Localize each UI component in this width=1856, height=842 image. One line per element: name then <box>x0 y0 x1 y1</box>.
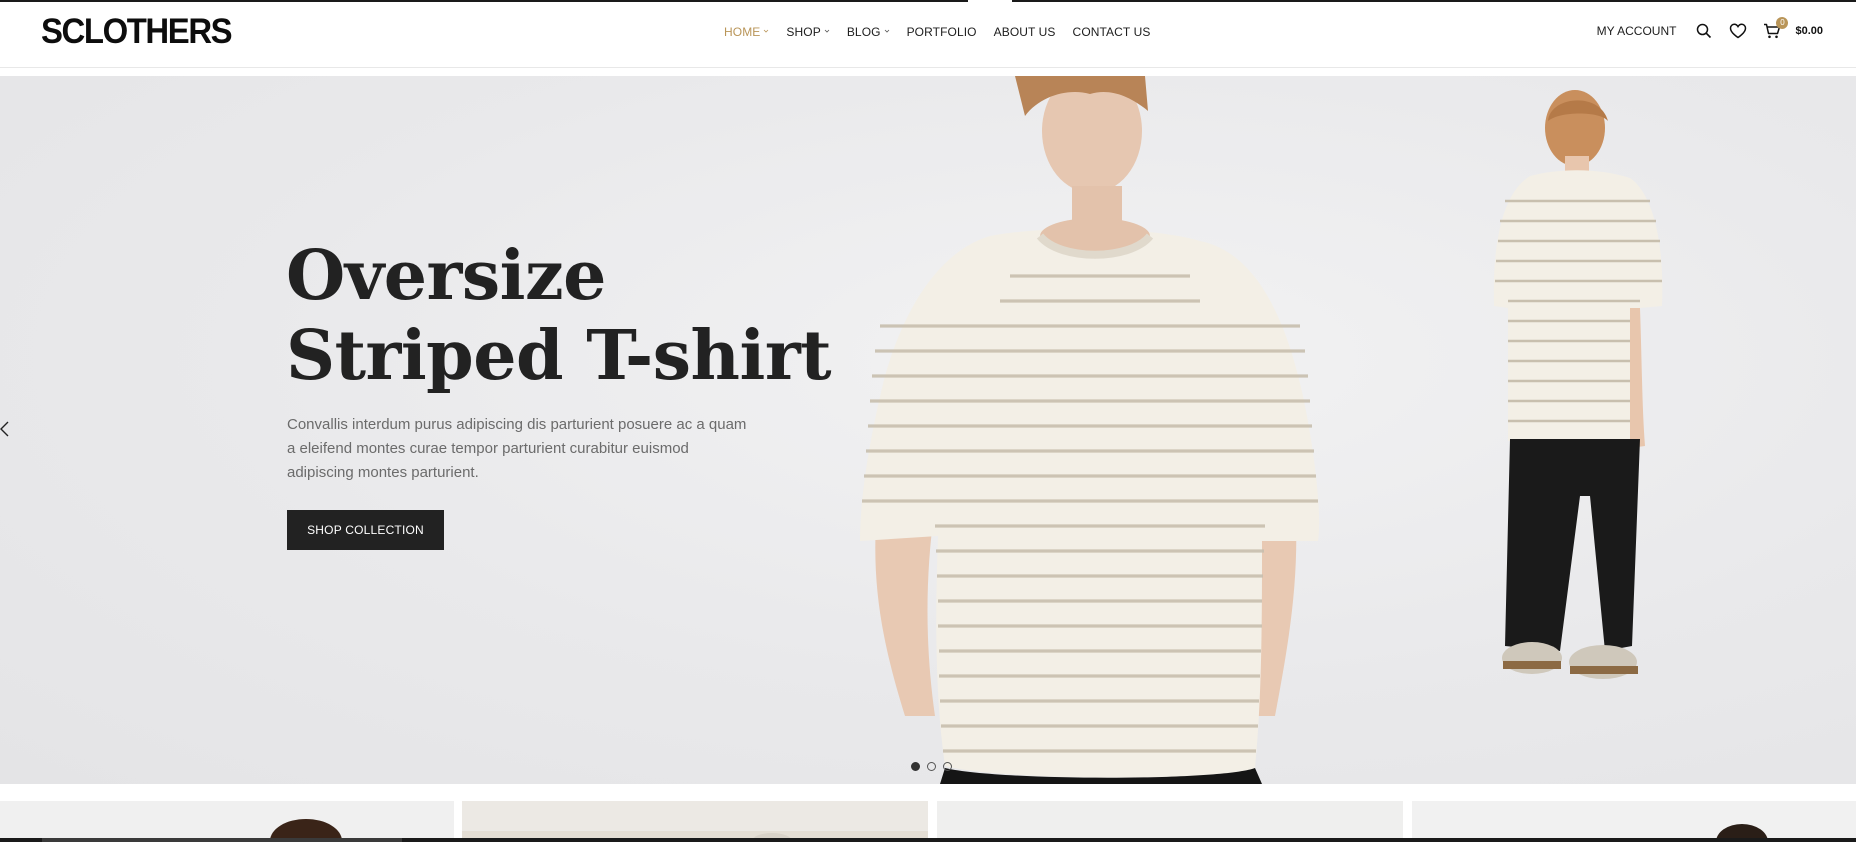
nav-item-label: BLOG <box>846 25 881 39</box>
site-logo[interactable]: SCLOTHERS <box>41 12 233 52</box>
hero-description: Convallis interdum purus adipiscing dis … <box>287 416 747 481</box>
nav-item-shop[interactable]: SHOP <box>786 25 830 39</box>
site-header: SCLOTHERS HOME SHOP BLOG PORTFOLIO ABOUT… <box>0 2 1856 68</box>
header-tools: MY ACCOUNT 0 $0.00 <box>1597 17 1823 43</box>
slider-dot-1[interactable] <box>911 762 920 771</box>
nav-item-label: ABOUT US <box>993 25 1056 39</box>
cart-total[interactable]: $0.00 <box>1795 25 1823 37</box>
nav-item-home[interactable]: HOME <box>724 25 769 39</box>
category-banner-2-photo <box>462 831 928 842</box>
nav-item-contact-us[interactable]: CONTACT US <box>1073 25 1151 39</box>
nav-item-label: PORTFOLIO <box>906 25 977 39</box>
main-navigation: HOME SHOP BLOG PORTFOLIO ABOUT US CONTAC… <box>724 23 1167 41</box>
slider-pagination <box>911 762 959 771</box>
hero-title-line-1: Oversize <box>286 236 606 316</box>
heart-icon[interactable] <box>1728 21 1748 41</box>
category-banners <box>0 801 1856 842</box>
category-banner-2[interactable] <box>462 801 928 842</box>
slider-dot-3[interactable] <box>943 762 952 771</box>
nav-item-label: SHOP <box>786 25 821 39</box>
shop-collection-button[interactable]: SHOP COLLECTION <box>287 510 444 550</box>
cart-icon[interactable]: 0 <box>1762 17 1789 41</box>
nav-item-about-us[interactable]: ABOUT US <box>994 25 1056 39</box>
my-account-link[interactable]: MY ACCOUNT <box>1597 24 1677 38</box>
bottom-edge-highlight <box>42 838 402 842</box>
chevron-down-icon <box>824 28 830 34</box>
nav-item-label: HOME <box>724 25 761 39</box>
search-icon[interactable] <box>1694 21 1714 41</box>
hero-slider: Oversize Striped T-shirt Convallis inter… <box>0 76 1856 784</box>
chevron-left-icon[interactable] <box>0 416 14 442</box>
slider-dot-2[interactable] <box>927 762 936 771</box>
cart-count-badge: 0 <box>1776 17 1789 29</box>
chevron-down-icon <box>884 28 890 34</box>
category-banner-4-photo <box>1716 824 1768 842</box>
category-banner-3[interactable] <box>937 801 1403 842</box>
nav-item-portfolio[interactable]: PORTFOLIO <box>907 25 977 39</box>
hero-title: Oversize Striped T-shirt <box>286 236 832 396</box>
category-banner-4[interactable] <box>1412 801 1856 842</box>
category-banner-1-photo <box>270 819 342 842</box>
category-banner-1[interactable] <box>0 801 454 842</box>
hero-title-line-2: Striped T-shirt <box>286 316 832 396</box>
nav-item-label: CONTACT US <box>1072 25 1151 39</box>
nav-item-blog[interactable]: BLOG <box>847 25 890 39</box>
chevron-down-icon <box>763 28 769 34</box>
hero-model-photo <box>860 76 1663 784</box>
